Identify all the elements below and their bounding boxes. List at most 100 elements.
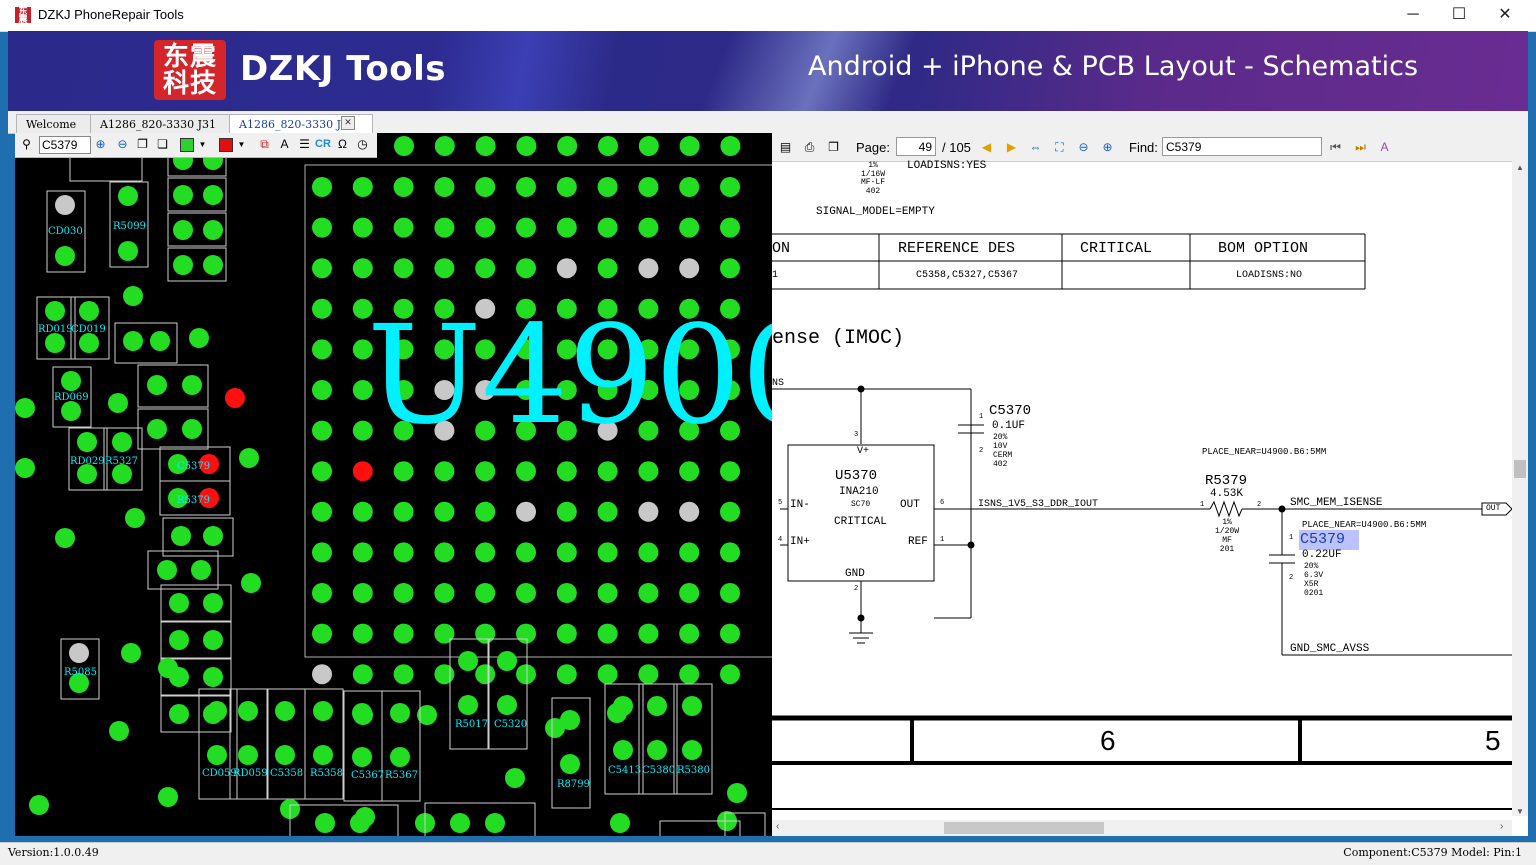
scroll-up-icon[interactable]: ▲ [1516,163,1524,172]
clock-icon[interactable]: ◷ [355,137,370,152]
copy-icon[interactable]: ❐ [135,137,150,152]
pcb-pad [393,217,414,238]
close-button[interactable]: ✕ [1482,0,1528,31]
component-label: R5380 [677,765,710,776]
pcb-pad [475,461,496,482]
list-icon[interactable]: ☰ [297,137,312,152]
pcb-pad [79,333,99,353]
pad-color-swatch[interactable] [180,138,194,152]
pcb-pad [393,258,414,279]
signal-model-label: SIGNAL_MODEL=EMPTY [816,206,935,218]
pcb-pad [475,664,496,685]
scroll-down-icon[interactable]: ▼ [1516,807,1524,816]
ohm-icon[interactable]: Ω [335,137,350,152]
zoom-out-icon[interactable]: ⊖ [115,137,130,152]
c5370-name: C5370 [989,403,1032,419]
pcb-pad [393,177,414,197]
pcb-pad [679,542,700,563]
out-port-flag: OUT [1486,504,1501,513]
u5370-out: OUT [900,499,920,511]
pcb-pad [15,458,35,478]
scroll-left-icon[interactable]: ‹ [776,821,779,832]
pcb-pad [434,623,455,644]
title-bar: 东震 DZKJ PhoneRepair Tools ─ ☐ ✕ [0,0,1536,32]
version-label: Version:1.0.0.49 [8,846,99,859]
pcb-pad [173,255,193,275]
pin-c5379-2: 2 [1289,574,1294,582]
pcb-pad [556,258,577,279]
logo-line-2: 科技 [162,68,217,98]
pcb-pad [613,696,633,716]
pcb-pad [597,501,618,522]
pcb-pad [173,185,193,205]
pcb-pad [597,623,618,644]
pcb-pad [123,286,143,306]
pcb-pad [79,301,99,321]
net-gnd-label: GND_SMC_AVSS [1290,643,1370,655]
component-label: RD019 [38,324,73,335]
pcb-pad [720,461,740,482]
pcb-pad [450,813,470,833]
pcb-pad [312,177,332,197]
pcb-canvas[interactable]: CD030 R5099 RD019CD019 RD069 RD029 R5327 C5379… [15,133,773,836]
window-title: DZKJ PhoneRepair Tools [38,7,184,22]
zoom-in-icon[interactable]: ⊕ [93,137,108,152]
c5379-name: C5379 [1300,531,1346,548]
pcb-pad [169,593,189,613]
highlight-color-swatch[interactable] [219,138,233,152]
table-header-refdes: REFERENCE DES [898,240,1016,257]
layers-icon[interactable]: ❏ [155,137,170,152]
pcb-pad [15,398,35,418]
pcb-pad [352,258,373,279]
pcb-pad [352,747,372,767]
pcb-pad [516,258,536,279]
dropdown-arrow-icon-2[interactable]: ▼ [234,137,249,152]
component-label: R8799 [557,779,590,790]
text-icon[interactable]: A [277,137,292,152]
pcb-pad [556,583,577,603]
section-title: ense (IMOC) [772,327,905,350]
r5379-name: R5379 [1205,473,1248,489]
cr-icon[interactable]: CR [315,137,331,152]
pcb-pad [238,745,258,765]
pcb-pad [203,255,223,275]
pcb-pad [720,501,740,522]
pcb-pad [434,583,455,603]
minimize-button[interactable]: ─ [1390,0,1436,31]
tab-strip: Welcome A1286_820-3330 J31 A1286_820-333… [8,111,1528,134]
mirror-icon[interactable]: ⧉ [257,137,272,152]
search-icon[interactable]: ⚲ [19,137,34,152]
pcb-pad [556,501,577,522]
vertical-scrollbar [1512,161,1528,816]
pcb-pad [312,339,332,360]
pcb-pad [393,664,414,685]
horizontal-scroll-thumb [944,822,1104,834]
component-label: CD030 [48,226,83,237]
pcb-pad [613,740,633,760]
tab-welcome[interactable]: Welcome [16,114,94,133]
r5379-specs: 1% 1/20W MF 201 [1214,518,1239,554]
pcb-pad [485,813,505,833]
pcb-pad [434,258,455,279]
scroll-right-icon[interactable]: › [1500,821,1503,832]
pcb-pad [475,623,496,644]
pcb-pad [638,258,659,279]
pcb-pad [557,136,578,156]
pcb-pad [393,501,414,522]
pcb-pad [434,461,455,482]
tab-close-icon[interactable]: ✕ [341,116,355,130]
pcb-search-input[interactable]: C5379 [39,136,91,154]
pcb-pad [638,583,659,603]
maximize-button[interactable]: ☐ [1436,0,1482,31]
table-header-bom: BOM OPTION [1218,240,1309,257]
table-header-on: ON [772,240,791,257]
pcb-pad [638,501,659,522]
pcb-layout-view[interactable]: CD030 R5099 RD019 CD019 RD069 RD029 R5327 C5379… [15,133,773,836]
pcb-pad [45,301,65,321]
pcb-pad [638,542,659,563]
pcb-pad [312,258,332,279]
tab-board-1[interactable]: A1286_820-3330 J31 [90,114,235,133]
dropdown-arrow-icon[interactable]: ▼ [195,137,210,152]
pcb-pad [169,704,189,724]
schematic-view[interactable]: ▤ ⎙ ❐ Page: 49 / 105 ◀ ▶ ⇔ ⛶ ⊖ ⊕ Find: C… [772,133,1528,836]
